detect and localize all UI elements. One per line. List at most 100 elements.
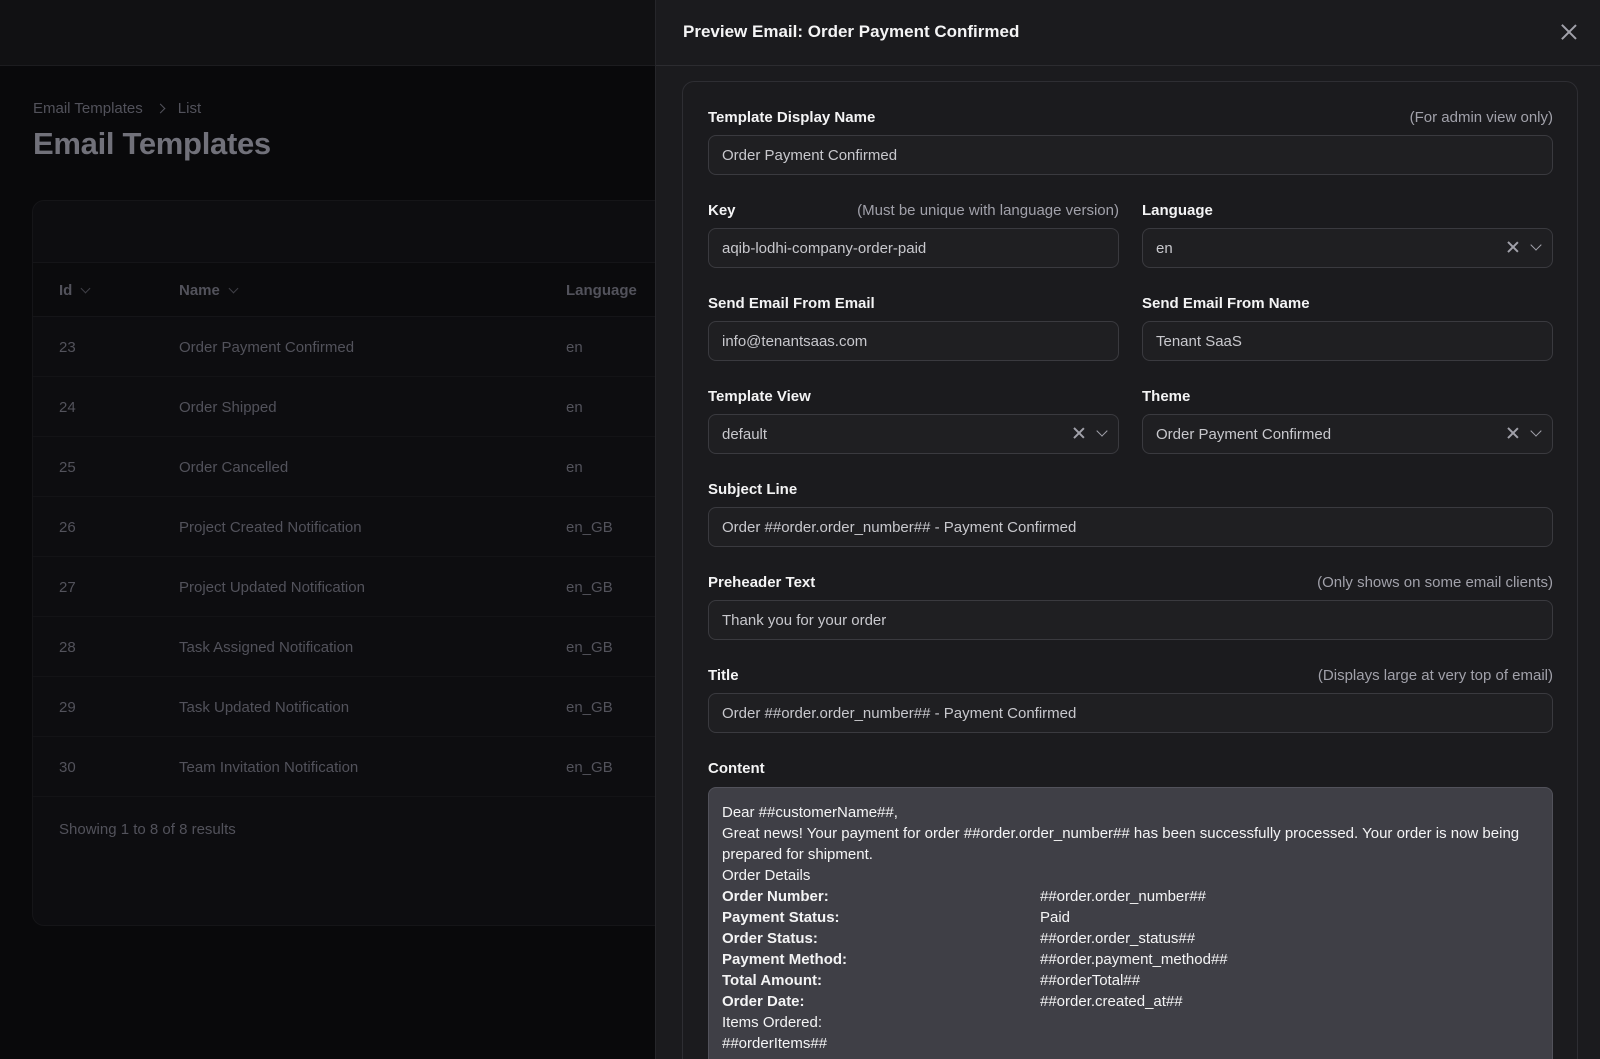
cell-name: Order Cancelled xyxy=(179,458,289,476)
selected-value: en xyxy=(1156,239,1173,257)
field-label: Send Email From Name xyxy=(1142,294,1310,312)
content-greeting: Dear ##customerName##, xyxy=(722,804,898,821)
cell-name: Order Shipped xyxy=(179,398,277,416)
table-row[interactable]: 28 Task Assigned Notification en_GB xyxy=(33,617,671,677)
table-row[interactable]: 27 Project Updated Notification en_GB xyxy=(33,557,671,617)
results-count: Showing 1 to 8 of 8 results xyxy=(59,821,236,838)
table-row[interactable]: 24 Order Shipped en xyxy=(33,377,671,437)
close-icon[interactable] xyxy=(1558,21,1580,43)
cell-language: en xyxy=(566,458,583,476)
order-detail-row: Payment Status: Paid xyxy=(722,907,1539,928)
field-label: Title xyxy=(708,666,739,684)
from-name-input[interactable]: Tenant SaaS xyxy=(1142,321,1553,361)
column-header-label: Name xyxy=(179,281,220,299)
drawer-header: Preview Email: Order Payment Confirmed xyxy=(656,0,1600,66)
template-view-field: Template View default xyxy=(708,386,1119,454)
cell-id: 25 xyxy=(59,458,76,476)
column-header-id[interactable]: Id xyxy=(59,263,91,317)
table-body: 23 Order Payment Confirmed en 24 Order Shipp… xyxy=(33,317,671,797)
cell-language: en xyxy=(566,338,583,356)
clear-icon[interactable] xyxy=(1506,426,1520,440)
field-label: Send Email From Email xyxy=(708,294,875,312)
field-label: Template Display Name xyxy=(708,108,876,126)
cell-language: en_GB xyxy=(566,698,613,716)
breadcrumb-list: List xyxy=(177,100,202,117)
cell-name: Task Updated Notification xyxy=(179,698,350,716)
breadcrumb: Email Templates List xyxy=(33,100,201,117)
cell-name: Task Assigned Notification xyxy=(179,638,354,656)
cell-language: en_GB xyxy=(566,638,613,656)
field-hint: (Only shows on some email clients) xyxy=(1317,573,1553,591)
from-email-input[interactable]: info@tenantsaas.com xyxy=(708,321,1119,361)
cell-name: Order Payment Confirmed xyxy=(179,338,355,356)
order-detail-row: Order Number: ##order.order_number## xyxy=(722,886,1539,907)
clear-icon[interactable] xyxy=(1506,240,1520,254)
display-name-field: Template Display Name (For admin view on… xyxy=(708,107,1553,175)
templates-table: Id Name Language 23 Order Payment Confirm… xyxy=(32,200,672,926)
detail-key: Order Status: xyxy=(722,930,818,947)
key-input[interactable]: aqib-lodhi-company-order-paid xyxy=(708,228,1119,268)
detail-key: Order Date: xyxy=(722,993,805,1010)
table-header: Id Name Language xyxy=(33,263,671,317)
table-row[interactable]: 26 Project Created Notification en_GB xyxy=(33,497,671,557)
detail-key: Total Amount: xyxy=(722,972,822,989)
language-field: Language en xyxy=(1142,200,1553,268)
detail-value: ##order.order_number## xyxy=(1040,888,1206,905)
column-header-label: Id xyxy=(59,281,73,299)
table-footer: Showing 1 to 8 of 8 results xyxy=(33,797,671,861)
display-name-input[interactable]: Order Payment Confirmed xyxy=(708,135,1553,175)
table-row[interactable]: 23 Order Payment Confirmed en xyxy=(33,317,671,377)
subject-field: Subject Line Order ##order.order_number#… xyxy=(708,479,1553,547)
chevron-right-icon xyxy=(155,103,166,114)
clear-icon[interactable] xyxy=(1072,426,1086,440)
chevron-down-icon[interactable] xyxy=(1096,424,1108,437)
theme-select[interactable]: Order Payment Confirmed xyxy=(1142,414,1553,454)
cell-name: Project Updated Notification xyxy=(179,578,365,596)
detail-value: Paid xyxy=(1040,909,1071,926)
cell-name: Team Invitation Notification xyxy=(179,758,359,776)
detail-key: Payment Status: xyxy=(722,909,840,926)
detail-key: Order Number: xyxy=(722,888,829,905)
order-detail-row: Total Amount: ##orderTotal## xyxy=(722,970,1539,991)
cell-language: en_GB xyxy=(566,518,613,536)
chevron-down-icon[interactable] xyxy=(1530,424,1542,437)
column-header-name[interactable]: Name xyxy=(179,263,239,317)
template-view-select[interactable]: default xyxy=(708,414,1119,454)
cell-id: 26 xyxy=(59,518,76,536)
table-toolbar xyxy=(33,201,671,263)
subject-input[interactable]: Order ##order.order_number## - Payment C… xyxy=(708,507,1553,547)
language-select[interactable]: en xyxy=(1142,228,1553,268)
chevron-down-icon[interactable] xyxy=(1530,238,1542,251)
detail-value: ##orderTotal## xyxy=(1040,972,1141,989)
content-editor[interactable]: Dear ##customerName##, Great news! Your … xyxy=(708,787,1553,1059)
selected-value: default xyxy=(722,425,768,443)
preheader-input[interactable]: Thank you for your order xyxy=(708,600,1553,640)
field-label: Key xyxy=(708,201,736,219)
from-name-field: Send Email From Name Tenant SaaS xyxy=(1142,293,1553,361)
cell-language: en_GB xyxy=(566,578,613,596)
field-label: Subject Line xyxy=(708,480,798,498)
table-row[interactable]: 25 Order Cancelled en xyxy=(33,437,671,497)
detail-value: ##order.order_status## xyxy=(1040,930,1196,947)
field-label: Template View xyxy=(708,387,811,405)
cell-id: 29 xyxy=(59,698,76,716)
template-form: Template Display Name (For admin view on… xyxy=(682,81,1578,1059)
breadcrumb-email-templates[interactable]: Email Templates xyxy=(33,100,143,117)
content-field: Content Dear ##customerName##, Great new… xyxy=(708,758,1553,1059)
field-hint: (Displays large at very top of email) xyxy=(1317,666,1553,684)
sort-chevron-icon xyxy=(80,283,91,293)
cell-language: en xyxy=(566,398,583,416)
table-row[interactable]: 29 Task Updated Notification en_GB xyxy=(33,677,671,737)
title-input[interactable]: Order ##order.order_number## - Payment C… xyxy=(708,693,1553,733)
content-items-placeholder: ##orderItems## xyxy=(722,1035,828,1052)
from-email-field: Send Email From Email info@tenantsaas.co… xyxy=(708,293,1119,361)
content-body: Great news! Your payment for order ##ord… xyxy=(722,825,1520,863)
detail-key: Payment Method: xyxy=(722,951,848,968)
detail-value: ##order.payment_method## xyxy=(1040,951,1228,968)
cell-language: en_GB xyxy=(566,758,613,776)
column-header-language[interactable]: Language xyxy=(566,263,637,317)
order-detail-row: Payment Method: ##order.payment_method## xyxy=(722,949,1539,970)
drawer-title: Preview Email: Order Payment Confirmed xyxy=(683,22,1020,41)
field-hint: (For admin view only) xyxy=(1409,108,1553,126)
table-row[interactable]: 30 Team Invitation Notification en_GB xyxy=(33,737,671,797)
